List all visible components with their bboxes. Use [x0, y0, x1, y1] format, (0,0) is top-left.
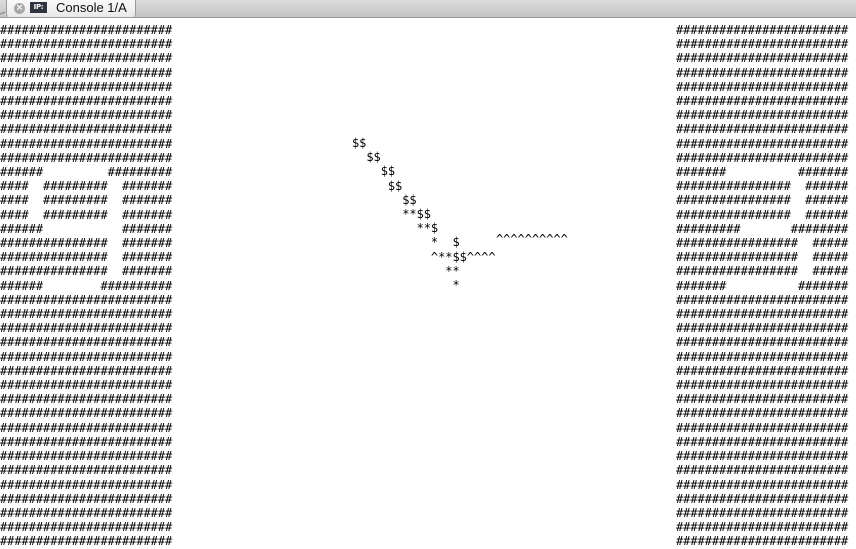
close-icon[interactable]: × [14, 3, 25, 14]
console-tab[interactable]: × IP: Console 1/A [6, 0, 136, 17]
left-wall-ascii: ######################## ###############… [0, 23, 173, 549]
trail-ascii: $$ $$ $$ $$ $$ **$$ **$ * $ ^**$$^^^^ **… [352, 136, 496, 293]
ipython-console-icon: IP: [30, 2, 47, 13]
tab-label: Console 1/A [56, 0, 127, 15]
chevron-left-icon[interactable] [0, 1, 5, 16]
console-tab-bar: × IP: Console 1/A [0, 0, 856, 18]
caret-line-ascii: ^^^^^^^^^^ [496, 232, 568, 246]
console-output[interactable]: ######################## ###############… [0, 18, 856, 548]
right-wall-ascii: ######################## ###############… [676, 23, 849, 549]
